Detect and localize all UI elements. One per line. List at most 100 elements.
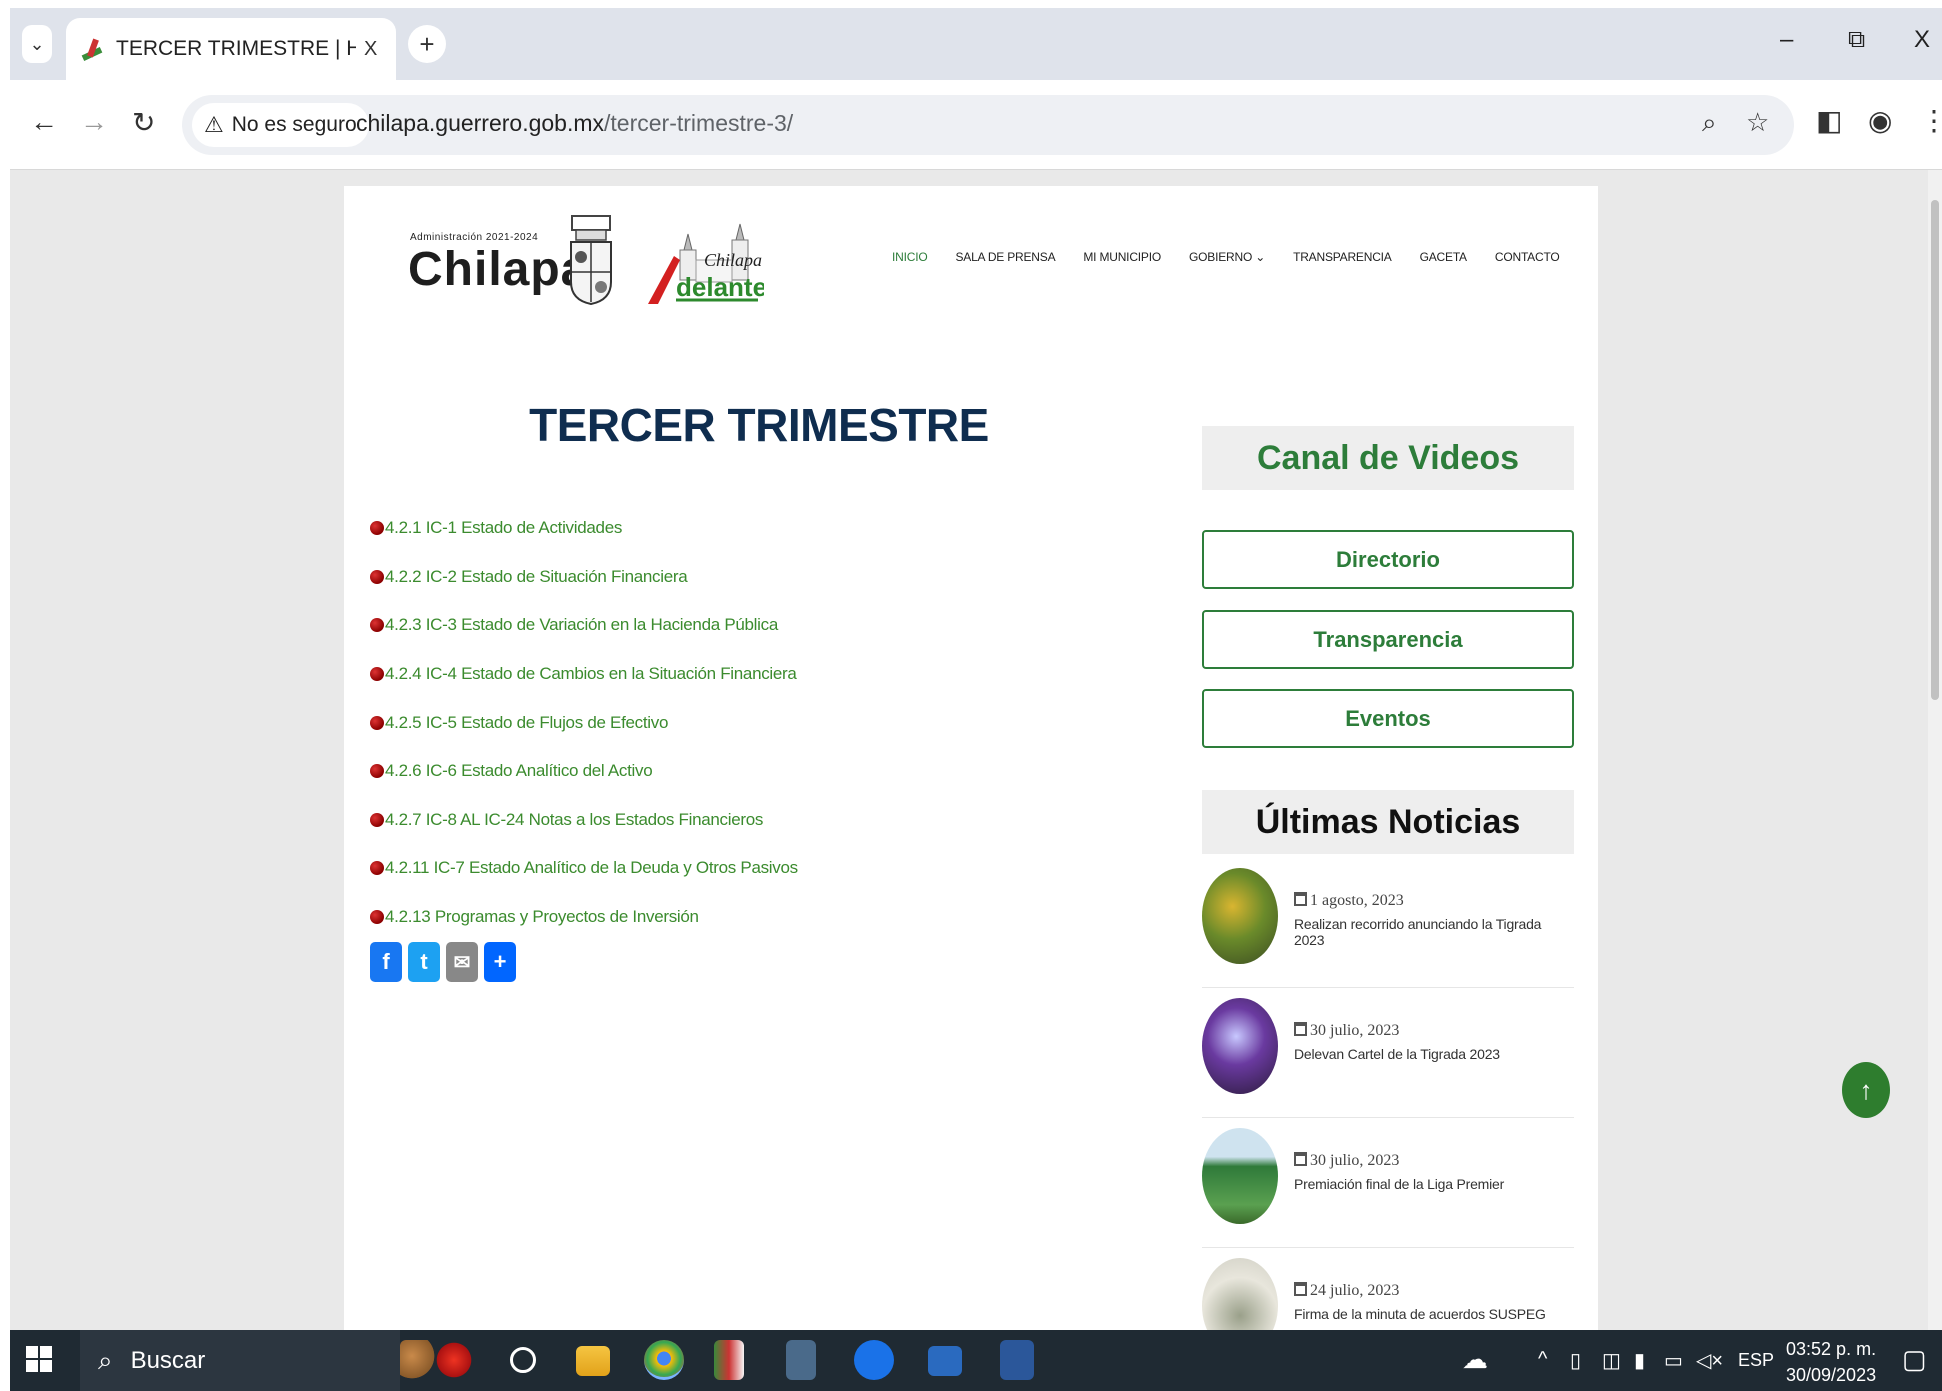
latest-news-heading: Últimas Noticias bbox=[1202, 790, 1574, 854]
bullet-icon bbox=[370, 861, 384, 876]
list-item: 4.2.3 IC-3 Estado de Variación en la Hac… bbox=[370, 601, 798, 650]
weather-cloud-icon[interactable]: ☁ bbox=[1462, 1344, 1488, 1375]
notifications-icon[interactable]: ▢ bbox=[1902, 1344, 1927, 1375]
file-explorer-icon[interactable] bbox=[576, 1346, 610, 1376]
news-date-text: 30 julio, 2023 bbox=[1310, 1022, 1400, 1039]
profile-avatar-icon[interactable]: ◉ bbox=[1868, 104, 1892, 137]
tab-search-button[interactable]: ⌄ bbox=[22, 25, 52, 63]
calculator-icon[interactable] bbox=[786, 1340, 816, 1380]
bullet-icon bbox=[370, 910, 384, 925]
nav-gobierno[interactable]: GOBIERNO ⌄ bbox=[1189, 250, 1265, 264]
document-link[interactable]: 4.2.5 IC-5 Estado de Flujos de Efectivo bbox=[385, 713, 668, 733]
word-icon[interactable] bbox=[1000, 1340, 1034, 1380]
document-link[interactable]: 4.2.1 IC-1 Estado de Actividades bbox=[385, 518, 622, 538]
outlook-icon[interactable] bbox=[928, 1346, 962, 1376]
nav-transparencia[interactable]: TRANSPARENCIA bbox=[1293, 250, 1392, 264]
ornament-icon[interactable] bbox=[434, 1340, 474, 1380]
security-shield-icon[interactable]: ▮ bbox=[1634, 1348, 1645, 1373]
browser-window: ⌄ TERCER TRIMESTRE | H. Ayunt X + – ⧉ X … bbox=[10, 8, 1942, 1391]
close-tab-icon[interactable]: X bbox=[364, 38, 377, 61]
language-indicator[interactable]: ESP bbox=[1738, 1350, 1774, 1371]
eventos-button[interactable]: Eventos bbox=[1202, 689, 1574, 748]
network-icon[interactable]: ▭ bbox=[1664, 1348, 1683, 1373]
zoom-icon[interactable]: ⌕ bbox=[1702, 107, 1717, 139]
nav-inicio[interactable]: INICIO bbox=[892, 250, 928, 264]
email-icon[interactable]: ✉ bbox=[446, 942, 478, 982]
document-app-icon[interactable] bbox=[714, 1340, 744, 1380]
news-date: 24 julio, 2023 bbox=[1294, 1282, 1399, 1300]
minimize-icon[interactable]: – bbox=[1780, 26, 1793, 54]
browser-tab[interactable]: TERCER TRIMESTRE | H. Ayunt X bbox=[66, 18, 396, 80]
security-chip[interactable]: ⚠ No es seguro bbox=[192, 103, 369, 147]
document-link[interactable]: 4.2.11 IC-7 Estado Analítico de la Deuda… bbox=[385, 858, 798, 878]
page-scrollbar[interactable] bbox=[1928, 170, 1942, 1330]
volume-mute-icon[interactable]: ◁× bbox=[1696, 1348, 1723, 1373]
usb-icon[interactable]: ▯ bbox=[1570, 1348, 1581, 1373]
tray-chevron-icon[interactable]: ^ bbox=[1538, 1348, 1547, 1371]
forward-icon[interactable]: → bbox=[80, 106, 108, 138]
directorio-button[interactable]: Directorio bbox=[1202, 530, 1574, 589]
bullet-icon bbox=[370, 764, 384, 779]
news-title[interactable]: Firma de la minuta de acuerdos SUSPEG bbox=[1294, 1306, 1546, 1322]
side-panel-icon[interactable]: ◧ bbox=[1816, 104, 1842, 137]
transparencia-button[interactable]: Transparencia bbox=[1202, 610, 1574, 669]
clock-date: 30/09/2023 bbox=[1786, 1365, 1877, 1385]
news-thumbnail[interactable] bbox=[1202, 868, 1278, 964]
site-favicon-icon bbox=[80, 37, 104, 61]
url-text[interactable]: chilapa.guerrero.gob.mx/tercer-trimestre… bbox=[356, 110, 793, 137]
facebook-icon[interactable]: f bbox=[370, 942, 402, 982]
document-link[interactable]: 4.2.6 IC-6 Estado Analítico del Activo bbox=[385, 761, 653, 781]
document-link[interactable]: 4.2.4 IC-4 Estado de Cambios en la Situa… bbox=[385, 664, 797, 684]
nav-mi-municipio[interactable]: MI MUNICIPIO bbox=[1083, 250, 1161, 264]
nav-sala-de-prensa[interactable]: SALA DE PRENSA bbox=[955, 250, 1055, 264]
taskbar-search[interactable]: ⌕ Buscar bbox=[80, 1330, 400, 1391]
news-title[interactable]: Realizan recorrido anunciando la Tigrada… bbox=[1294, 916, 1574, 948]
news-date: 30 julio, 2023 bbox=[1294, 1152, 1399, 1170]
teamviewer-icon[interactable] bbox=[854, 1340, 894, 1380]
list-item: 4.2.6 IC-6 Estado Analítico del Activo bbox=[370, 747, 798, 796]
nav-contacto[interactable]: CONTACTO bbox=[1495, 250, 1560, 264]
list-item: 4.2.2 IC-2 Estado de Situación Financier… bbox=[370, 553, 798, 602]
scroll-to-top-button[interactable]: ↑ bbox=[1842, 1062, 1890, 1118]
new-tab-button[interactable]: + bbox=[408, 25, 446, 63]
logo-chilapa[interactable]: Chilapa bbox=[408, 242, 588, 297]
windows-start-icon[interactable] bbox=[26, 1346, 52, 1372]
share-icon[interactable]: + bbox=[484, 942, 516, 982]
scrollbar-thumb[interactable] bbox=[1931, 200, 1939, 700]
news-title[interactable]: Delevan Cartel de la Tigrada 2023 bbox=[1294, 1046, 1500, 1062]
video-channel-heading[interactable]: Canal de Videos bbox=[1202, 426, 1574, 490]
news-thumbnail[interactable] bbox=[1202, 1128, 1278, 1224]
menu-kebab-icon[interactable]: ⋮ bbox=[1920, 104, 1942, 137]
news-item[interactable]: 30 julio, 2023 Delevan Cartel de la Tigr… bbox=[1202, 988, 1574, 1118]
news-thumbnail[interactable] bbox=[1202, 998, 1278, 1094]
bullet-icon bbox=[370, 812, 384, 827]
list-item: 4.2.1 IC-1 Estado de Actividades bbox=[370, 504, 798, 553]
document-link[interactable]: 4.2.7 IC-8 AL IC-24 Notas a los Estados … bbox=[385, 810, 763, 830]
close-window-icon[interactable]: X bbox=[1914, 26, 1930, 54]
calendar-icon bbox=[1294, 1022, 1307, 1036]
nav-gaceta[interactable]: GACETA bbox=[1420, 250, 1467, 264]
bookmark-star-icon[interactable]: ☆ bbox=[1746, 107, 1769, 138]
document-link[interactable]: 4.2.3 IC-3 Estado de Variación en la Hac… bbox=[385, 615, 778, 635]
news-title[interactable]: Premiación final de la Liga Premier bbox=[1294, 1176, 1504, 1192]
security-label: No es seguro bbox=[231, 113, 357, 136]
restore-icon[interactable]: ⧉ bbox=[1848, 26, 1865, 54]
twitter-icon[interactable]: t bbox=[408, 942, 440, 982]
reload-icon[interactable]: ↻ bbox=[132, 106, 155, 139]
back-icon[interactable]: ← bbox=[30, 106, 58, 138]
address-bar[interactable]: ⚠ No es seguro chilapa.guerrero.gob.mx/t… bbox=[182, 95, 1794, 155]
chrome-icon[interactable] bbox=[644, 1340, 684, 1380]
cortana-icon[interactable] bbox=[510, 1347, 536, 1373]
url-host: chilapa.guerrero.gob.mx bbox=[356, 110, 605, 136]
device-icon[interactable]: ◫ bbox=[1602, 1348, 1621, 1373]
document-link[interactable]: 4.2.13 Programas y Proyectos de Inversió… bbox=[385, 907, 699, 927]
browser-toolbar: ← → ↻ ⚠ No es seguro chilapa.guerrero.go… bbox=[10, 80, 1942, 170]
document-list: 4.2.1 IC-1 Estado de Actividades 4.2.2 I… bbox=[370, 504, 798, 941]
windows-taskbar: ⌕ Buscar ☁ ^ ▯ ◫ ▮ ▭ ◁× ESP 03:52 p. m. … bbox=[10, 1330, 1942, 1391]
calendar-icon bbox=[1294, 1152, 1307, 1166]
taskbar-clock[interactable]: 03:52 p. m. 30/09/2023 bbox=[1786, 1336, 1876, 1388]
document-link[interactable]: 4.2.2 IC-2 Estado de Situación Financier… bbox=[385, 567, 688, 587]
news-item[interactable]: 1 agosto, 2023 Realizan recorrido anunci… bbox=[1202, 858, 1574, 988]
list-item: 4.2.13 Programas y Proyectos de Inversió… bbox=[370, 893, 798, 942]
news-item[interactable]: 30 julio, 2023 Premiación final de la Li… bbox=[1202, 1118, 1574, 1248]
